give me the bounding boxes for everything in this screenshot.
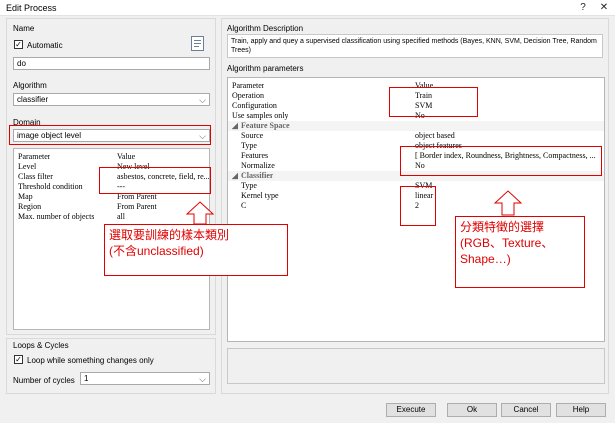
param-name: Level — [18, 162, 37, 171]
ok-button[interactable]: Ok — [447, 403, 497, 417]
table-row[interactable]: Max. number of objects all — [14, 212, 209, 222]
execute-button[interactable]: Execute — [386, 403, 436, 417]
section-title: Feature Space — [241, 121, 290, 130]
loop-label: Loop while something changes only — [27, 356, 154, 365]
callout-right: 分類特徵的選擇 (RGB、Texture、 Shape…) — [455, 216, 585, 288]
annotation-box-operation — [389, 87, 478, 117]
window-title: Edit Process — [6, 3, 57, 13]
description-text: Train, apply and quey a supervised class… — [227, 34, 603, 58]
callout-pointer-left — [185, 201, 215, 225]
param-name: Max. number of objects — [18, 212, 95, 221]
param-name: Map — [18, 192, 33, 201]
param-name: Source — [241, 131, 264, 140]
callout-left: 選取要訓練的樣本類別 (不含unclassified) — [104, 224, 288, 276]
automatic-label: Automatic — [27, 41, 63, 50]
name-label: Name — [13, 24, 35, 33]
cancel-button[interactable]: Cancel — [501, 403, 551, 417]
column-header-parameter: Parameter — [232, 81, 265, 90]
help-icon[interactable]: ? — [576, 2, 590, 14]
param-name: Features — [241, 151, 269, 160]
param-name: C — [241, 201, 247, 210]
algorithm-select[interactable]: classifier ⌵ — [13, 93, 210, 106]
cycles-value: 1 — [84, 374, 89, 383]
annotation-box-domain — [9, 125, 211, 145]
param-name: Kernel type — [241, 191, 279, 200]
param-name: Normalize — [241, 161, 275, 170]
section-header-feature-space[interactable]: ◢ Feature Space — [228, 121, 604, 131]
description-label: Algorithm Description — [227, 24, 304, 33]
param-name: Region — [18, 202, 42, 211]
table-row[interactable]: Source object based — [228, 131, 604, 141]
collapse-icon[interactable]: ◢ — [232, 171, 238, 181]
cycles-label: Number of cycles — [13, 376, 75, 385]
document-icon[interactable] — [191, 36, 204, 51]
param-value: object based — [415, 131, 455, 140]
param-name: Class filter — [18, 172, 53, 181]
chevron-down-icon: ⌵ — [199, 95, 206, 105]
param-name: Use samples only — [232, 111, 289, 120]
annotation-box-classifier — [400, 186, 436, 226]
name-input[interactable]: do — [13, 57, 210, 70]
table-row[interactable]: Region From Parent — [14, 202, 209, 212]
cycles-select[interactable]: 1 ⌵ — [80, 372, 210, 385]
param-name: Operation — [232, 91, 264, 100]
annotation-box-features — [400, 146, 602, 176]
callout-pointer-right — [493, 190, 523, 216]
help-button[interactable]: Help — [556, 403, 606, 417]
title-bar: Edit Process ? ✕ — [0, 0, 615, 16]
close-icon[interactable]: ✕ — [597, 2, 611, 14]
automatic-checkbox[interactable]: ✓ — [14, 40, 23, 49]
algorithm-label: Algorithm — [13, 81, 47, 90]
column-header-value: Value — [117, 152, 136, 161]
info-panel — [227, 348, 605, 384]
domain-grid-header: Parameter Value — [14, 152, 209, 162]
param-name: Threshold condition — [18, 182, 83, 191]
collapse-icon[interactable]: ◢ — [232, 121, 238, 131]
parameters-label: Algorithm parameters — [227, 64, 304, 73]
section-title: Classifier — [241, 171, 274, 180]
chevron-down-icon: ⌵ — [199, 374, 206, 384]
param-name: Configuration — [232, 101, 277, 110]
param-name: Type — [241, 141, 257, 150]
algorithm-value: classifier — [17, 95, 49, 104]
annotation-box-class-filter — [99, 167, 211, 194]
loops-label: Loops & Cycles — [13, 341, 69, 350]
column-header-parameter: Parameter — [18, 152, 51, 161]
param-name: Type — [241, 181, 257, 190]
loop-checkbox[interactable]: ✓ — [14, 355, 23, 364]
